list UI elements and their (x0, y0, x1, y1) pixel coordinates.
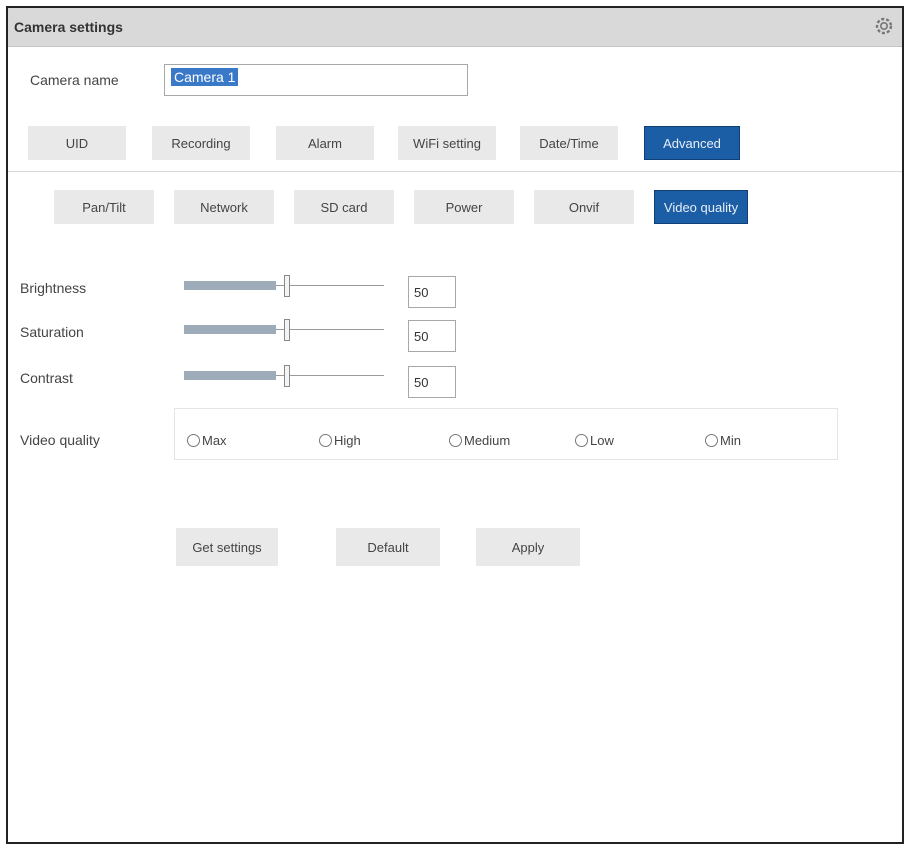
contrast-slider[interactable] (184, 364, 384, 388)
radio-max[interactable]: Max (187, 433, 227, 448)
radio-min-label: Min (720, 433, 741, 448)
contrast-slider-fill (184, 371, 276, 380)
tab-uid[interactable]: UID (28, 126, 126, 160)
saturation-slider[interactable] (184, 318, 384, 342)
brightness-slider-thumb[interactable] (284, 275, 290, 297)
tab-wifi-setting[interactable]: WiFi setting (398, 126, 496, 160)
camera-name-input[interactable]: Camera 1 (164, 64, 468, 96)
radio-circle-icon[interactable] (187, 434, 200, 447)
camera-name-label: Camera name (30, 72, 119, 88)
radio-medium[interactable]: Medium (449, 433, 510, 448)
radio-circle-icon[interactable] (705, 434, 718, 447)
window-title: Camera settings (14, 19, 123, 35)
tab-advanced[interactable]: Advanced (644, 126, 740, 160)
brightness-slider-fill (184, 281, 276, 290)
contrast-label: Contrast (20, 370, 73, 386)
camera-name-value: Camera 1 (171, 68, 239, 86)
radio-circle-icon[interactable] (319, 434, 332, 447)
radio-low-label: Low (590, 433, 614, 448)
subtab-video-quality[interactable]: Video quality (654, 190, 748, 224)
tab-recording[interactable]: Recording (152, 126, 250, 160)
tab-date-time[interactable]: Date/Time (520, 126, 618, 160)
saturation-value[interactable]: 50 (408, 320, 456, 352)
brightness-slider[interactable] (184, 274, 384, 298)
subtab-onvif[interactable]: Onvif (534, 190, 634, 224)
gear-icon[interactable] (874, 16, 894, 36)
brightness-label: Brightness (20, 280, 87, 296)
radio-circle-icon[interactable] (575, 434, 588, 447)
radio-max-label: Max (202, 433, 227, 448)
brightness-value[interactable]: 50 (408, 276, 456, 308)
radio-min[interactable]: Min (705, 433, 741, 448)
saturation-slider-thumb[interactable] (284, 319, 290, 341)
radio-low[interactable]: Low (575, 433, 614, 448)
subtab-power[interactable]: Power (414, 190, 514, 224)
video-quality-label: Video quality (20, 432, 100, 448)
radio-medium-label: Medium (464, 433, 511, 448)
tab-separator (8, 171, 902, 172)
get-settings-button[interactable]: Get settings (176, 528, 278, 566)
subtab-network[interactable]: Network (174, 190, 274, 224)
default-button[interactable]: Default (336, 528, 440, 566)
title-bar: Camera settings (8, 8, 902, 47)
apply-button[interactable]: Apply (476, 528, 580, 566)
radio-high-label: High (334, 433, 361, 448)
subtab-pan-tilt[interactable]: Pan/Tilt (54, 190, 154, 224)
camera-settings-window: Camera settings Camera name Camera 1 UID… (6, 6, 904, 844)
contrast-value[interactable]: 50 (408, 366, 456, 398)
contrast-slider-thumb[interactable] (284, 365, 290, 387)
radio-high[interactable]: High (319, 433, 361, 448)
radio-circle-icon[interactable] (449, 434, 462, 447)
saturation-label: Saturation (20, 324, 84, 340)
subtab-sd-card[interactable]: SD card (294, 190, 394, 224)
saturation-slider-fill (184, 325, 276, 334)
tab-alarm[interactable]: Alarm (276, 126, 374, 160)
video-quality-options: Max High Medium Low Min (174, 408, 838, 460)
